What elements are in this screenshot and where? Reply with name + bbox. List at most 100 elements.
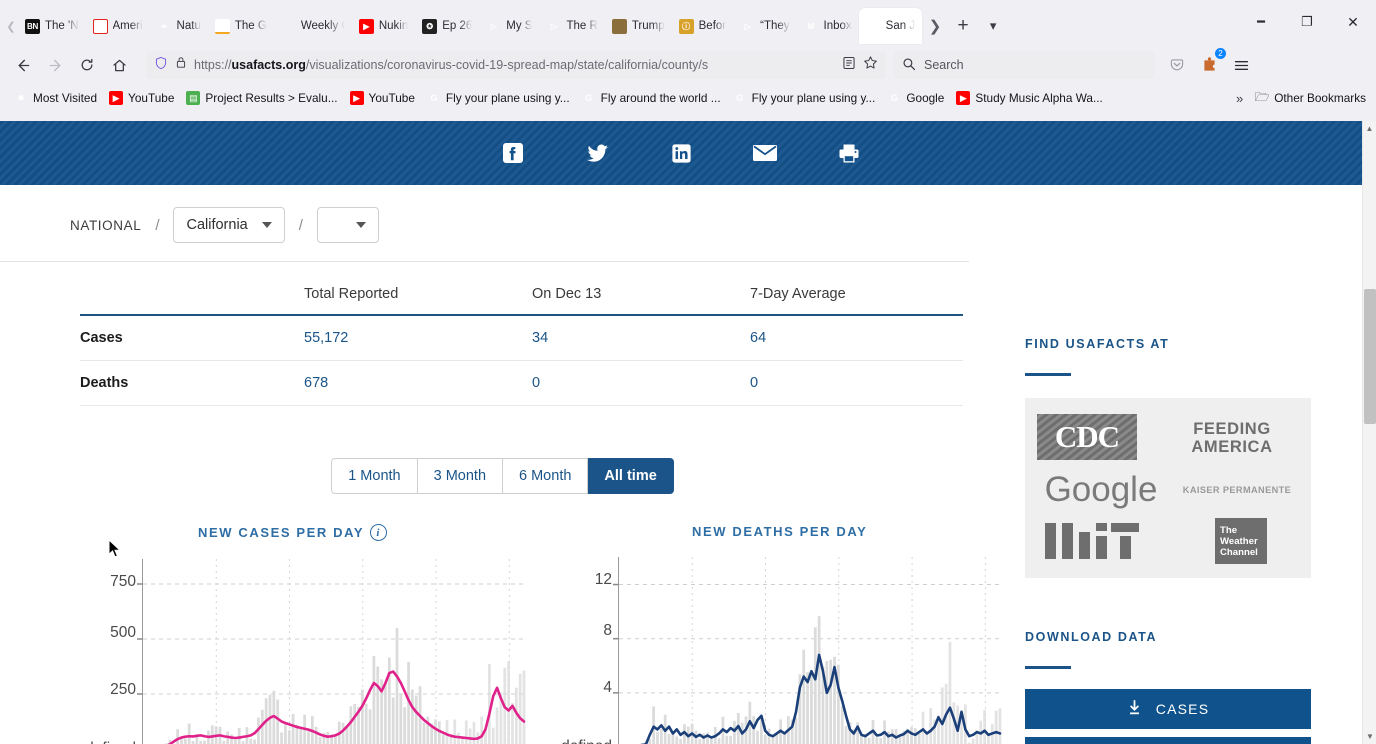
new-cases-plot-area[interactable] (137, 559, 526, 744)
col-header-7day-average: 7-Day Average (750, 278, 963, 316)
bookmark-label: Most Visited (33, 91, 98, 105)
download-cases-label: CASES (1155, 701, 1210, 717)
scroll-up-arrow-icon[interactable]: ▲ (1363, 121, 1376, 136)
maximize-button[interactable]: ❐ (1284, 0, 1330, 44)
main-column: NATIONAL / California / Total Reported O… (0, 185, 1005, 744)
cases-total-reported[interactable]: 55,172 (304, 315, 532, 361)
cases-7day-average[interactable]: 64 (750, 315, 963, 361)
email-icon[interactable] (752, 140, 778, 166)
shield-icon[interactable] (154, 56, 168, 75)
feeding-america-line1: FEEDING (1193, 420, 1271, 438)
new-tab-button[interactable]: + (948, 11, 978, 41)
deaths-7day-average[interactable]: 0 (750, 360, 963, 406)
other-bookmarks-folder[interactable]: 🗁 Other Bookmarks (1253, 88, 1368, 108)
extension-icon[interactable]: 2 (1194, 48, 1226, 80)
page-viewport: NATIONAL / California / Total Reported O… (0, 121, 1376, 744)
tab-list-dropdown-button[interactable]: ▾ (978, 11, 1008, 41)
twitter-icon[interactable] (584, 140, 610, 166)
bookmark-label: Fly around the world ... (600, 91, 721, 105)
other-bookmarks-label: Other Bookmarks (1274, 91, 1366, 105)
forward-button[interactable] (40, 50, 70, 80)
info-icon[interactable]: i (370, 524, 388, 541)
google-logo-text: Google (1044, 470, 1158, 509)
bookmark-item-2[interactable]: ▤ Project Results > Evalu... (180, 88, 343, 108)
tab-scroll-right-icon[interactable]: ❯ (922, 8, 948, 44)
deaths-total-reported[interactable]: 678 (304, 360, 532, 406)
breadcrumb-separator-1: / (155, 216, 160, 234)
chevron-down-icon (261, 222, 272, 228)
bookmark-item-6[interactable]: G Fly your plane using y... (727, 88, 882, 108)
breadcrumb-national[interactable]: NATIONAL (70, 218, 141, 233)
photo-icon (611, 18, 627, 34)
bookmark-item-3[interactable]: ▶ YouTube (344, 88, 421, 108)
bookmark-item-5[interactable]: G Fly around the world ... (576, 88, 727, 108)
new-deaths-plot-area[interactable] (613, 557, 1002, 744)
search-bar[interactable]: Search (894, 51, 1154, 79)
pocket-icon[interactable] (1162, 50, 1192, 80)
bookmark-item-4[interactable]: G Fly your plane using y... (421, 88, 576, 108)
browser-tab-6[interactable]: ✪ Ep 26 (415, 8, 479, 44)
bookmark-item-7[interactable]: G Google (881, 88, 950, 108)
google-icon: G (430, 93, 438, 103)
linkedin-icon[interactable] (668, 140, 694, 166)
browser-tab-2[interactable]: ❧ Natu (150, 8, 208, 44)
bookmarks-overflow-icon[interactable]: » (1236, 91, 1243, 106)
new-cases-chart: NEW CASES PER DAY i 750 500 250 defined (76, 524, 526, 744)
reader-view-icon[interactable] (842, 56, 856, 75)
reload-button[interactable] (72, 50, 102, 80)
toggle-6-month[interactable]: 6 Month (503, 458, 589, 494)
scrollbar-thumb[interactable] (1364, 289, 1376, 424)
browser-tab-3[interactable]: GP The G (208, 8, 274, 44)
cdc-logo: CDC (1037, 414, 1137, 460)
toggle-3-month[interactable]: 3 Month (417, 458, 504, 494)
browser-tab-9[interactable]: Trump (605, 8, 672, 44)
window-controls: ━ ❐ ✕ (1238, 0, 1376, 44)
download-cases-button[interactable]: CASES (1025, 689, 1311, 729)
col-header-blank (80, 278, 304, 316)
browser-tab-1[interactable]: AFI Ameri (86, 8, 150, 44)
tab-scroll-left-icon[interactable]: ❮ (4, 6, 18, 46)
usafacts-page: NATIONAL / California / Total Reported O… (0, 121, 1362, 744)
bookmark-label: Fly your plane using y... (751, 91, 876, 105)
browser-tab-12[interactable]: M Inbox (797, 8, 859, 44)
county-select[interactable] (316, 207, 379, 243)
browser-tab-13[interactable]: ✒ San J (858, 8, 923, 44)
tab-label: The G (234, 20, 267, 32)
state-select[interactable]: California (173, 207, 285, 243)
bookmark-item-0[interactable]: ✸ Most Visited (8, 88, 103, 108)
toggle-1-month[interactable]: 1 Month (331, 458, 418, 494)
browser-tab-8[interactable]: ▷ The R (539, 8, 604, 44)
browser-tab-5[interactable]: ▶ Nukin (352, 8, 415, 44)
scroll-down-arrow-icon[interactable]: ▼ (1363, 729, 1376, 744)
bookmark-item-1[interactable]: ▶ YouTube (103, 88, 180, 108)
address-bar[interactable]: https://usafacts.org/visualizations/coro… (146, 51, 886, 79)
youtube-icon: ▶ (349, 91, 364, 105)
browser-tab-7[interactable]: ▷ My S (479, 8, 539, 44)
hamburger-menu-icon[interactable] (1226, 50, 1256, 80)
usafacts-icon: ✒ (869, 21, 877, 31)
cases-on-date[interactable]: 34 (532, 315, 750, 361)
lock-icon[interactable] (175, 56, 187, 74)
plot-deaths-svg (613, 557, 1002, 744)
download-deaths-button[interactable]: DEATHS (1025, 737, 1311, 744)
close-button[interactable]: ✕ (1330, 0, 1376, 44)
browser-tab-10[interactable]: ⓘ Befor (672, 8, 734, 44)
feeding-america-line2: AMERICA (1191, 438, 1273, 456)
browser-tab-11[interactable]: ▷ “They (733, 8, 796, 44)
deaths-on-date[interactable]: 0 (532, 360, 750, 406)
browser-window: ❮ BN The 'N AFI Ameri ❧ Natu GP The G Weekly G ▶ N… (0, 0, 1376, 744)
document-icon: ▤ (186, 91, 201, 105)
print-icon[interactable] (836, 140, 862, 166)
toggle-all-time[interactable]: All time (588, 458, 674, 494)
facebook-icon[interactable] (500, 140, 526, 166)
bookmark-item-8[interactable]: ▶ Study Music Alpha Wa... (950, 88, 1108, 108)
home-button[interactable] (104, 50, 134, 80)
minimize-button[interactable]: ━ (1238, 0, 1284, 44)
bookmark-star-icon[interactable] (863, 55, 878, 75)
browser-tab-0[interactable]: BN The 'N (18, 8, 86, 44)
browser-tab-4[interactable]: Weekly G (274, 8, 352, 44)
mouse-cursor (108, 538, 122, 559)
new-cases-y-axis: 750 500 250 defined (76, 559, 142, 744)
vertical-scrollbar[interactable]: ▲ ▼ (1362, 121, 1376, 744)
back-button[interactable] (8, 50, 38, 80)
